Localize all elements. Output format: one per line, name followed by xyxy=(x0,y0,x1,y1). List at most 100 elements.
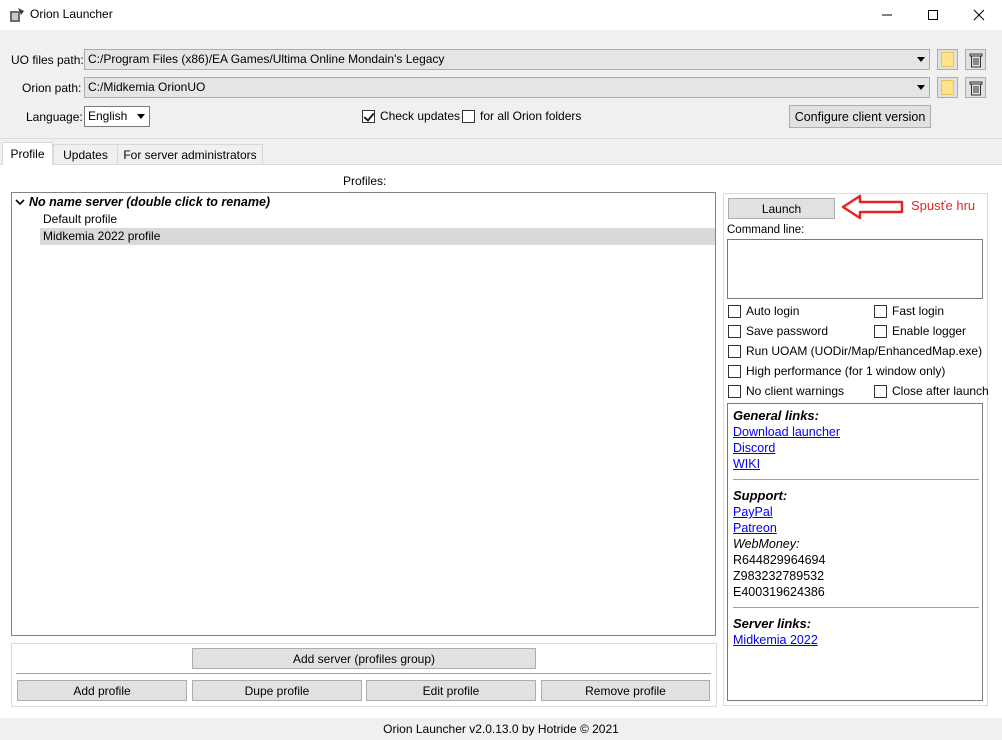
launch-button[interactable]: Launch xyxy=(728,198,835,219)
general-links-header: General links: xyxy=(733,408,819,423)
language-label: Language: xyxy=(26,110,83,124)
profile-item-label: Default profile xyxy=(43,212,118,226)
patreon-link[interactable]: Patreon xyxy=(733,521,777,535)
chevron-down-icon xyxy=(917,85,925,90)
language-select[interactable]: English xyxy=(84,106,150,127)
window-title: Orion Launcher xyxy=(30,7,113,21)
run-uoam-label: Run UOAM (UODir/Map/EnhancedMap.exe) xyxy=(746,344,983,358)
auto-login-checkbox[interactable] xyxy=(728,304,741,318)
all-folders-checkbox[interactable] xyxy=(462,109,475,123)
auto-login-option[interactable]: Auto login xyxy=(728,304,799,318)
orion-path-combo[interactable]: C:/Midkemia OrionUO xyxy=(84,77,930,98)
fast-login-label: Fast login xyxy=(892,304,945,318)
orion-clear-button[interactable] xyxy=(965,77,986,98)
save-password-label: Save password xyxy=(746,324,829,338)
high-performance-option[interactable]: High performance (for 1 window only) xyxy=(728,364,945,378)
trash-icon xyxy=(969,81,982,95)
command-line-input[interactable] xyxy=(727,239,983,299)
chevron-down-icon xyxy=(15,199,25,206)
fast-login-option[interactable]: Fast login xyxy=(874,304,944,318)
orion-app-icon xyxy=(10,8,24,22)
title-bar xyxy=(0,0,1002,30)
minimize-button[interactable] xyxy=(864,0,910,30)
close-icon xyxy=(973,9,985,21)
chevron-down-icon xyxy=(917,57,925,62)
download-launcher-link[interactable]: Download launcher xyxy=(733,425,840,439)
maximize-button[interactable] xyxy=(910,0,956,30)
orion-browse-button[interactable] xyxy=(937,77,958,98)
arrow-left-icon xyxy=(841,194,904,220)
minimize-icon xyxy=(882,14,892,16)
uo-path-combo[interactable]: C:/Program Files (x86)/EA Games/Ultima O… xyxy=(84,49,930,70)
check-updates-checkbox[interactable] xyxy=(362,109,375,123)
orion-path-label: Orion path: xyxy=(22,81,82,95)
no-client-warnings-checkbox[interactable] xyxy=(728,384,741,398)
all-folders-label: for all Orion folders xyxy=(480,109,582,123)
command-line-label: Command line: xyxy=(727,224,805,236)
orion-path-value: C:/Midkemia OrionUO xyxy=(88,80,206,94)
check-updates-option[interactable]: Check updates xyxy=(362,109,460,123)
server-links-header: Server links: xyxy=(733,616,812,631)
no-client-warnings-label: No client warnings xyxy=(746,384,845,398)
launch-annotation: Spusťe hru xyxy=(911,198,976,213)
paypal-link[interactable]: PayPal xyxy=(733,505,773,519)
high-performance-label: High performance (for 1 window only) xyxy=(746,364,946,378)
webmoney-id: E400319624386 xyxy=(733,585,825,599)
midkemia-link[interactable]: Midkemia 2022 xyxy=(733,633,818,647)
webmoney-label: WebMoney: xyxy=(733,537,800,551)
folder-icon xyxy=(941,52,954,67)
check-updates-label: Check updates xyxy=(380,109,461,123)
webmoney-id: R644829964694 xyxy=(733,553,826,567)
server-node-label: No name server (double click to rename) xyxy=(29,195,271,209)
server-node[interactable]: No name server (double click to rename) xyxy=(15,194,270,211)
profile-item-midkemia[interactable]: Midkemia 2022 profile xyxy=(40,228,715,245)
high-performance-checkbox[interactable] xyxy=(728,364,741,378)
no-client-warnings-option[interactable]: No client warnings xyxy=(728,384,844,398)
uo-browse-button[interactable] xyxy=(937,49,958,70)
links-divider xyxy=(733,479,979,480)
run-uoam-checkbox[interactable] xyxy=(728,344,741,358)
uo-path-label: UO files path: xyxy=(11,53,84,67)
tab-profile[interactable]: Profile xyxy=(2,142,53,165)
folder-icon xyxy=(941,80,954,95)
add-profile-button[interactable]: Add profile xyxy=(17,680,187,701)
enable-logger-option[interactable]: Enable logger xyxy=(874,324,966,338)
auto-login-label: Auto login xyxy=(746,304,800,318)
discord-link[interactable]: Discord xyxy=(733,441,775,455)
close-after-launch-label: Close after launch xyxy=(892,384,989,398)
uo-clear-button[interactable] xyxy=(965,49,986,70)
close-after-launch-option[interactable]: Close after launch xyxy=(874,384,989,398)
links-divider xyxy=(733,607,979,608)
profile-item-label: Midkemia 2022 profile xyxy=(43,229,161,243)
edit-profile-button[interactable]: Edit profile xyxy=(366,680,536,701)
enable-logger-label: Enable logger xyxy=(892,324,967,338)
maximize-icon xyxy=(928,10,938,20)
profiles-header: Profiles: xyxy=(343,174,387,188)
tab-updates[interactable]: Updates xyxy=(53,144,118,164)
fast-login-checkbox[interactable] xyxy=(874,304,887,318)
language-value: English xyxy=(88,109,128,123)
wiki-link[interactable]: WIKI xyxy=(733,457,760,471)
save-password-option[interactable]: Save password xyxy=(728,324,828,338)
profiles-tree[interactable]: No name server (double click to rename) … xyxy=(11,192,716,636)
add-server-button[interactable]: Add server (profiles group) xyxy=(192,648,536,669)
header-divider xyxy=(0,138,1002,139)
configure-client-button[interactable]: Configure client version xyxy=(789,105,931,128)
dupe-profile-button[interactable]: Dupe profile xyxy=(192,680,362,701)
close-after-launch-checkbox[interactable] xyxy=(874,384,887,398)
webmoney-id: Z983232789532 xyxy=(733,569,825,583)
enable-logger-checkbox[interactable] xyxy=(874,324,887,338)
save-password-checkbox[interactable] xyxy=(728,324,741,338)
links-panel: General links: Download launcher Discord… xyxy=(727,403,983,701)
actions-divider xyxy=(16,673,711,674)
run-uoam-option[interactable]: Run UOAM (UODir/Map/EnhancedMap.exe) xyxy=(728,344,982,358)
remove-profile-button[interactable]: Remove profile xyxy=(541,680,710,701)
uo-path-value: C:/Program Files (x86)/EA Games/Ultima O… xyxy=(88,52,445,66)
chevron-down-icon xyxy=(137,114,145,119)
all-folders-option[interactable]: for all Orion folders xyxy=(462,109,581,123)
support-header: Support: xyxy=(733,488,788,503)
trash-icon xyxy=(969,53,982,67)
close-button[interactable] xyxy=(956,0,1002,30)
tab-server-admins[interactable]: For server administrators xyxy=(117,144,263,164)
profile-item-default[interactable]: Default profile xyxy=(12,211,715,228)
